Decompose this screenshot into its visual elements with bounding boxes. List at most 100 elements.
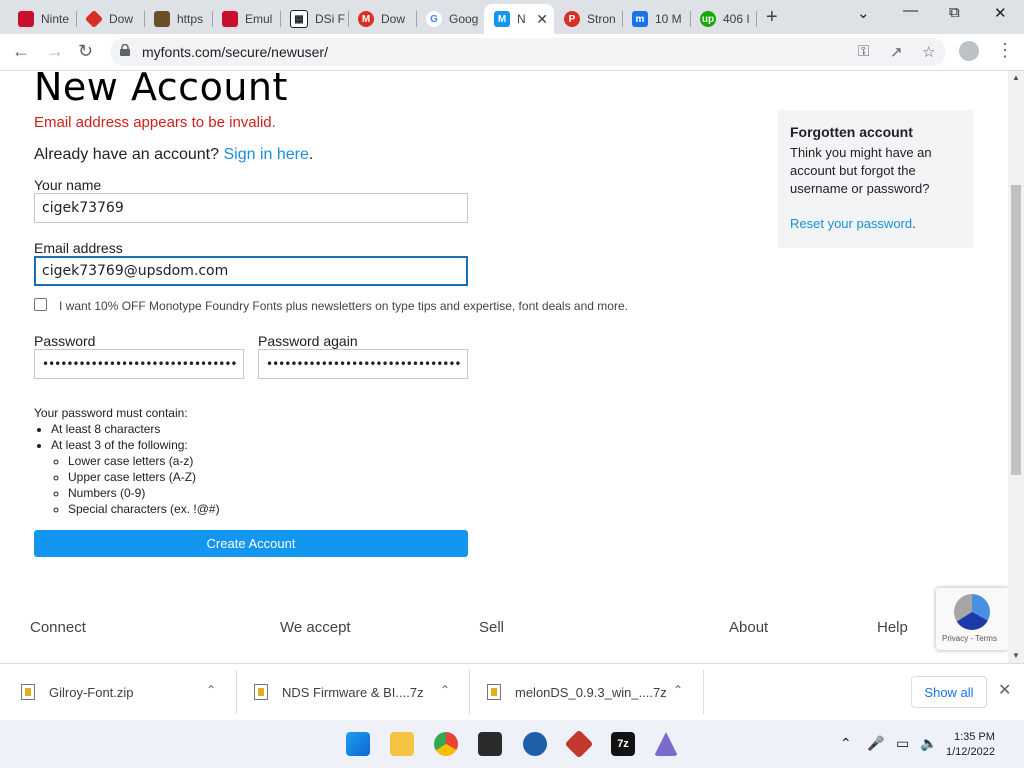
newsletter-checkbox[interactable] [34, 298, 47, 311]
back-icon[interactable]: ← [12, 41, 30, 62]
tab-5[interactable]: ▦ DSi F [280, 4, 346, 34]
page-content: New Account Email address appears to be … [0, 71, 1008, 663]
close-window-icon[interactable]: ✕ [994, 4, 1007, 22]
tab-2[interactable]: Dow [76, 4, 142, 34]
scroll-down-icon[interactable]: ▼ [1012, 651, 1020, 660]
tab-label: DSi F [315, 12, 345, 26]
recaptcha-text[interactable]: Privacy - Terms [942, 634, 997, 643]
diamond-icon [84, 9, 104, 29]
volume-icon[interactable]: 🔈 [920, 735, 937, 752]
scroll-up-icon[interactable]: ▲ [1012, 73, 1020, 82]
tab-11[interactable]: up 406 I [690, 4, 756, 34]
download-item[interactable]: NDS Firmware & BI....7z [254, 664, 424, 720]
profile-avatar[interactable] [959, 41, 979, 61]
tab-label: Goog [449, 12, 479, 26]
tab-label: Stron [587, 12, 616, 26]
7z-file-icon [254, 684, 268, 700]
p-icon: P [564, 11, 580, 27]
forward-icon[interactable]: → [46, 41, 64, 62]
password-input[interactable]: •••••••••••••••••••••••••••••••• [34, 349, 244, 379]
address-bar[interactable]: myfonts.com/secure/newuser/ ⚿ ↗ ☆ [110, 38, 946, 66]
footer-we-accept[interactable]: We accept [280, 619, 351, 636]
rules-list: At least 8 characters At least 3 of the … [34, 421, 220, 517]
footer-help[interactable]: Help [877, 619, 908, 636]
close-tab-icon[interactable]: ✕ [536, 11, 548, 28]
share-icon[interactable]: ↗ [890, 43, 903, 61]
melonds-icon[interactable] [564, 729, 594, 759]
display-icon[interactable]: ▭ [896, 735, 909, 752]
email-input[interactable]: cigek73769@upsdom.com [34, 256, 468, 286]
footer-about[interactable]: About [729, 619, 768, 636]
password-again-input[interactable]: •••••••••••••••••••••••••••••••• [258, 349, 468, 379]
store-icon[interactable] [478, 732, 502, 756]
tab-3[interactable]: https [144, 4, 210, 34]
chrome-icon[interactable] [434, 732, 458, 756]
page-scrollbar[interactable]: ▲ ▼ [1008, 71, 1024, 663]
download-filename: Gilroy-Font.zip [49, 684, 134, 700]
signin-suffix: . [308, 146, 314, 163]
password-rules: Your password must contain: At least 8 c… [34, 405, 220, 517]
windows-start-icon[interactable] [346, 732, 370, 756]
url-text: myfonts.com/secure/newuser/ [142, 44, 328, 60]
newsletter-label[interactable]: I want 10% OFF Monotype Foundry Fonts pl… [59, 299, 628, 313]
nintendo-icon [18, 11, 34, 27]
7z-file-icon [487, 684, 501, 700]
restore-icon[interactable]: ⧉ [949, 4, 960, 21]
chevron-up-icon[interactable]: ⌃ [206, 683, 216, 697]
upwork-icon: up [700, 11, 716, 27]
browser-toolbar: ← → ↻ myfonts.com/secure/newuser/ ⚿ ↗ ☆ … [0, 34, 1024, 71]
tab-7[interactable]: G Goog [416, 4, 482, 34]
nintendo-icon [222, 11, 238, 27]
sub-rule-item: Special characters (ex. !@#) [68, 501, 220, 517]
sub-rules-list: Lower case letters (a-z) Upper case lett… [51, 453, 220, 517]
chevron-up-icon[interactable]: ⌃ [440, 683, 450, 697]
sub-rule-item: Numbers (0-9) [68, 485, 220, 501]
app-icon[interactable] [654, 732, 678, 756]
tab-label: https [177, 12, 204, 26]
tab-10[interactable]: m 10 M [622, 4, 688, 34]
tab-9[interactable]: P Stron [554, 4, 620, 34]
rule-item: At least 3 of the following: Lower case … [51, 437, 220, 517]
tab-label: 10 M [655, 12, 682, 26]
show-all-button[interactable]: Show all [911, 676, 987, 708]
close-icon[interactable]: ✕ [998, 680, 1011, 700]
footer-sell[interactable]: Sell [479, 619, 504, 636]
scroll-thumb[interactable] [1011, 185, 1021, 475]
tab-active[interactable]: M N ✕ [484, 4, 554, 34]
star-icon[interactable]: ☆ [922, 43, 935, 61]
microphone-icon[interactable]: 🎤 [867, 735, 884, 752]
tab-strip: Ninte Dow https Emul ▦ DSi F M Dow G Goo… [0, 0, 1024, 34]
reload-icon[interactable]: ↻ [78, 41, 93, 62]
reset-password-link[interactable]: Reset your password [790, 216, 912, 231]
mega-icon: M [358, 11, 374, 27]
minimize-icon[interactable]: — [903, 2, 918, 19]
settings-icon[interactable] [523, 732, 547, 756]
key-icon[interactable]: ⚿ [858, 43, 869, 60]
rules-heading: Your password must contain: [34, 406, 188, 420]
download-item[interactable]: Gilroy-Font.zip [21, 664, 134, 720]
tab-4[interactable]: Emul [212, 4, 278, 34]
tab-6[interactable]: M Dow [348, 4, 414, 34]
footer-connect[interactable]: Connect [30, 619, 86, 636]
download-item[interactable]: melonDS_0.9.3_win_....7z [487, 664, 667, 720]
clock[interactable]: 1:35 PM 1/12/2022 [946, 730, 995, 760]
recaptcha-badge[interactable]: Privacy - Terms [936, 588, 1008, 650]
download-filename: NDS Firmware & BI....7z [282, 684, 424, 700]
tab-1[interactable]: Ninte [8, 4, 74, 34]
tab-search-icon[interactable]: ⌄ [857, 4, 870, 22]
name-label: Your name [34, 177, 102, 193]
sub-rule-item: Upper case letters (A-Z) [68, 469, 220, 485]
menu-icon[interactable]: ⋮ [996, 40, 1014, 61]
page-title: New Account [34, 71, 288, 109]
create-account-button[interactable]: Create Account [34, 530, 468, 557]
7zip-icon[interactable]: 7z [611, 732, 635, 756]
name-input[interactable]: cigek73769 [34, 193, 468, 223]
chevron-up-icon[interactable]: ⌃ [840, 735, 852, 752]
chevron-up-icon[interactable]: ⌃ [673, 683, 683, 697]
tab-label: Dow [109, 12, 134, 26]
new-tab-icon[interactable]: + [766, 6, 778, 29]
file-explorer-icon[interactable] [390, 732, 414, 756]
signin-link[interactable]: Sign in here [223, 146, 308, 163]
date: 1/12/2022 [946, 746, 995, 758]
time: 1:35 PM [953, 731, 995, 743]
